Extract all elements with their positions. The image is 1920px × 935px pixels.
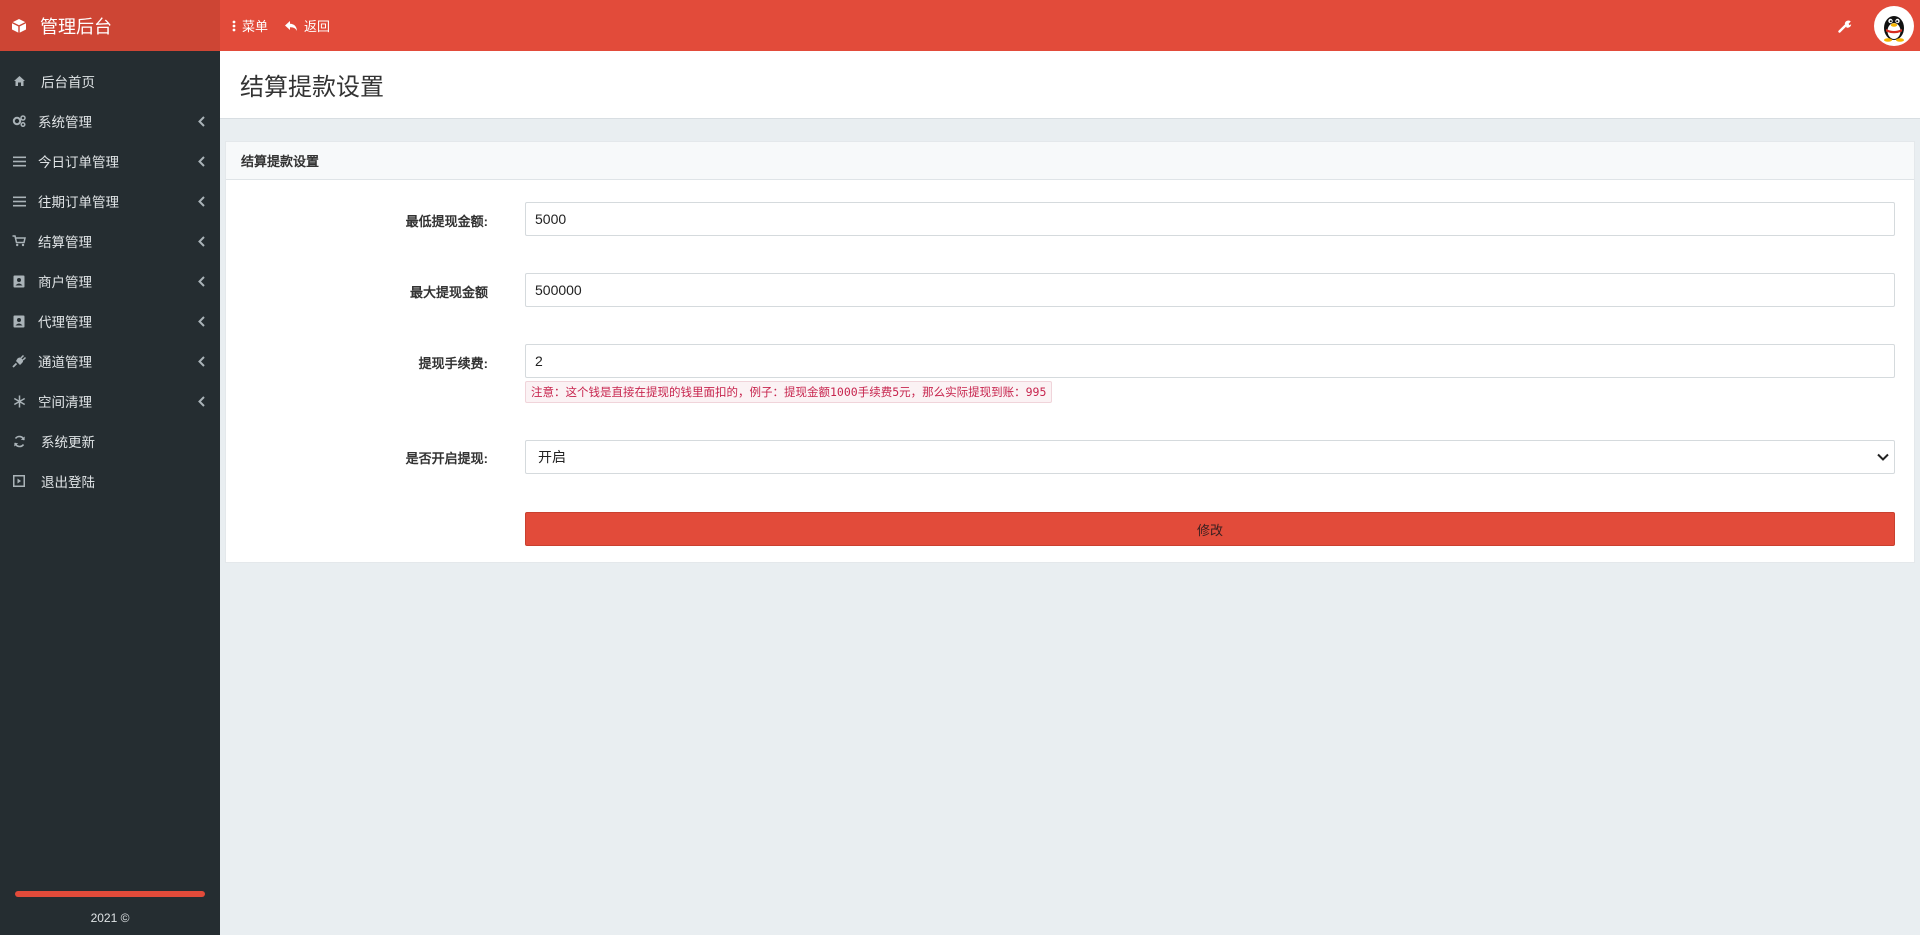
- chevron-left-icon: [196, 194, 206, 208]
- sidebar-item-label: 往期订单管理: [38, 195, 119, 210]
- reply-icon: [284, 20, 298, 32]
- top-bar-right: [1838, 0, 1920, 51]
- wrench-icon[interactable]: [1838, 19, 1852, 33]
- sidebar-item-label: 通道管理: [38, 355, 92, 370]
- sidebar-item-agents[interactable]: 代理管理: [0, 301, 220, 341]
- sidebar-item-today-orders[interactable]: 今日订单管理: [0, 141, 220, 181]
- withdraw-fee-label: 提现手续费:: [418, 356, 488, 371]
- sidebar-item-cleanup[interactable]: 空间清理: [0, 381, 220, 421]
- sidebar-item-home[interactable]: 后台首页: [0, 61, 220, 101]
- sidebar: 管理后台 后台首页 系统管理 今日订单管理 往期订单管理 结算管理 商户管理 代…: [0, 0, 220, 935]
- min-withdraw-input[interactable]: [525, 202, 1895, 236]
- list-icon: [12, 194, 26, 208]
- min-withdraw-label: 最低提现金额:: [405, 214, 488, 229]
- top-bar: 菜单 返回: [220, 0, 1920, 51]
- contact-icon: [12, 274, 26, 288]
- sidebar-progress-bar: [15, 891, 205, 897]
- chevron-left-icon: [196, 354, 206, 368]
- cube-icon: [10, 17, 28, 35]
- sidebar-nav: 后台首页 系统管理 今日订单管理 往期订单管理 结算管理 商户管理 代理管理 通…: [0, 61, 220, 501]
- sidebar-item-label: 商户管理: [38, 275, 92, 290]
- cart-icon: [12, 234, 26, 248]
- page-title: 结算提款设置: [240, 74, 384, 101]
- chevron-left-icon: [196, 394, 206, 408]
- chevron-left-icon: [196, 274, 206, 288]
- contact-icon: [12, 314, 26, 328]
- sidebar-item-past-orders[interactable]: 往期订单管理: [0, 181, 220, 221]
- sidebar-item-label: 结算管理: [38, 235, 92, 250]
- cogs-icon: [12, 114, 26, 128]
- withdraw-fee-input[interactable]: [525, 344, 1895, 378]
- list-icon: [12, 154, 26, 168]
- plug-icon: [12, 354, 26, 368]
- withdraw-fee-note: 注意：这个钱是直接在提现的钱里面扣的，例子：提现金额1000手续费5元，那么实际…: [525, 381, 1053, 403]
- sidebar-item-channels[interactable]: 通道管理: [0, 341, 220, 381]
- sidebar-item-label: 系统更新: [41, 435, 95, 450]
- brand[interactable]: 管理后台: [0, 0, 220, 51]
- sidebar-item-label: 退出登陆: [41, 475, 95, 490]
- card-header: 结算提款设置: [226, 142, 1914, 180]
- chevron-left-icon: [196, 114, 206, 128]
- sidebar-item-settlement[interactable]: 结算管理: [0, 221, 220, 261]
- sidebar-item-merchants[interactable]: 商户管理: [0, 261, 220, 301]
- sidebar-item-logout[interactable]: 退出登陆: [0, 461, 220, 501]
- sidebar-item-system[interactable]: 系统管理: [0, 101, 220, 141]
- chevron-left-icon: [196, 234, 206, 248]
- menu-label: 菜单: [242, 19, 269, 34]
- max-withdraw-input[interactable]: [525, 273, 1895, 307]
- chevron-left-icon: [196, 154, 206, 168]
- submit-button[interactable]: 修改: [525, 512, 1895, 546]
- sidebar-footer: 2021 ©: [90, 911, 130, 925]
- vertical-dots-icon: [232, 20, 236, 32]
- menu-toggle-button[interactable]: 菜单: [232, 16, 268, 35]
- home-icon: [12, 74, 26, 88]
- enable-withdraw-select[interactable]: 开启: [525, 440, 1895, 474]
- refresh-icon: [12, 434, 26, 448]
- snowflake-icon: [12, 394, 26, 408]
- penguin-avatar-icon: [1884, 15, 1904, 42]
- sidebar-item-update[interactable]: 系统更新: [0, 421, 220, 461]
- avatar[interactable]: [1874, 5, 1914, 46]
- sidebar-item-label: 今日订单管理: [38, 155, 119, 170]
- sidebar-item-label: 空间清理: [38, 395, 92, 410]
- logout-icon: [12, 474, 26, 488]
- back-button[interactable]: 返回: [284, 16, 330, 35]
- sidebar-item-label: 后台首页: [41, 75, 95, 90]
- enable-withdraw-label: 是否开启提现:: [405, 451, 488, 466]
- page-header: 结算提款设置: [220, 51, 1920, 119]
- back-label: 返回: [304, 19, 331, 34]
- sidebar-item-label: 系统管理: [38, 115, 92, 130]
- settings-card: 结算提款设置 最低提现金额: 最大提现金额 提现手续费: 注意：这个钱是直接在提…: [225, 141, 1915, 563]
- max-withdraw-label: 最大提现金额: [409, 285, 488, 300]
- brand-title: 管理后台: [40, 16, 112, 37]
- chevron-left-icon: [196, 314, 206, 328]
- sidebar-item-label: 代理管理: [38, 315, 92, 330]
